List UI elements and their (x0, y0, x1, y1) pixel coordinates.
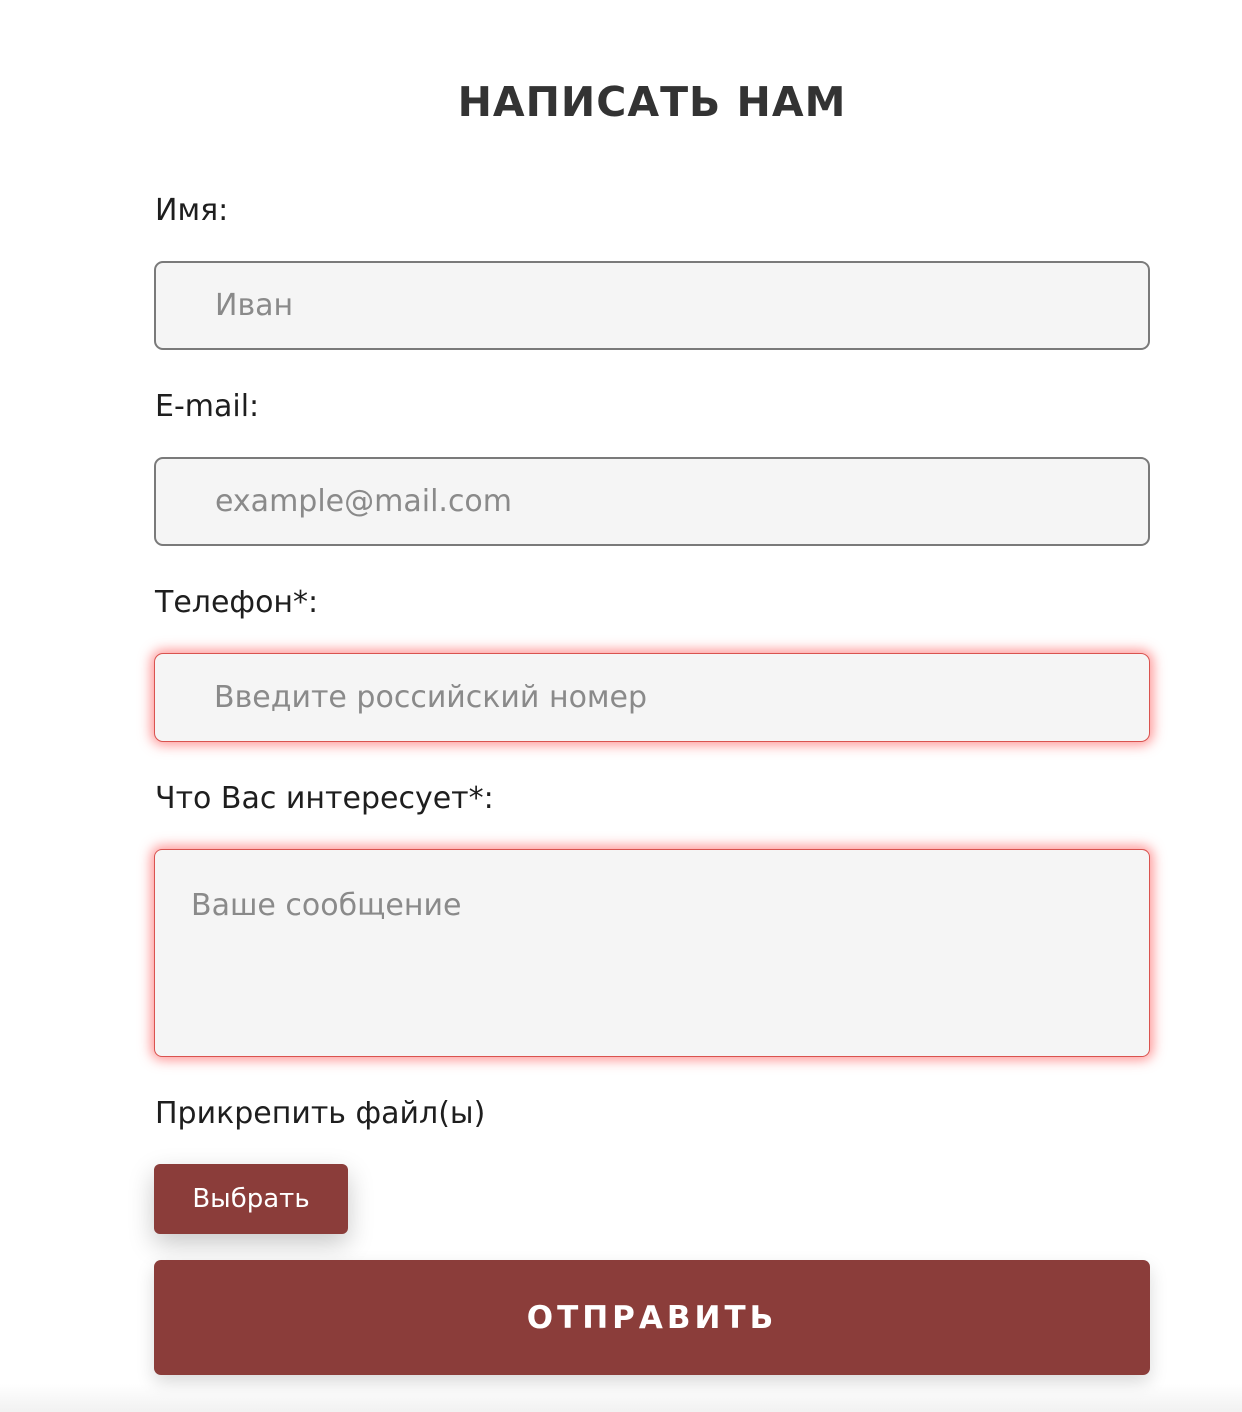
bottom-shade (0, 1384, 1242, 1412)
email-input[interactable] (154, 457, 1150, 546)
choose-file-button[interactable]: Выбрать (154, 1164, 348, 1234)
phone-label: Телефон*: (155, 585, 319, 620)
message-textarea[interactable] (154, 849, 1150, 1057)
name-label: Имя: (155, 193, 229, 228)
email-label: E-mail: (155, 389, 260, 424)
message-label: Что Вас интересует*: (155, 781, 494, 816)
phone-input[interactable] (154, 653, 1150, 742)
submit-button[interactable]: ОТПРАВИТЬ (154, 1260, 1150, 1375)
attach-files-label: Прикрепить файл(ы) (155, 1096, 486, 1131)
name-input[interactable] (154, 261, 1150, 350)
form-title: НАПИСАТЬ НАМ (457, 78, 847, 126)
